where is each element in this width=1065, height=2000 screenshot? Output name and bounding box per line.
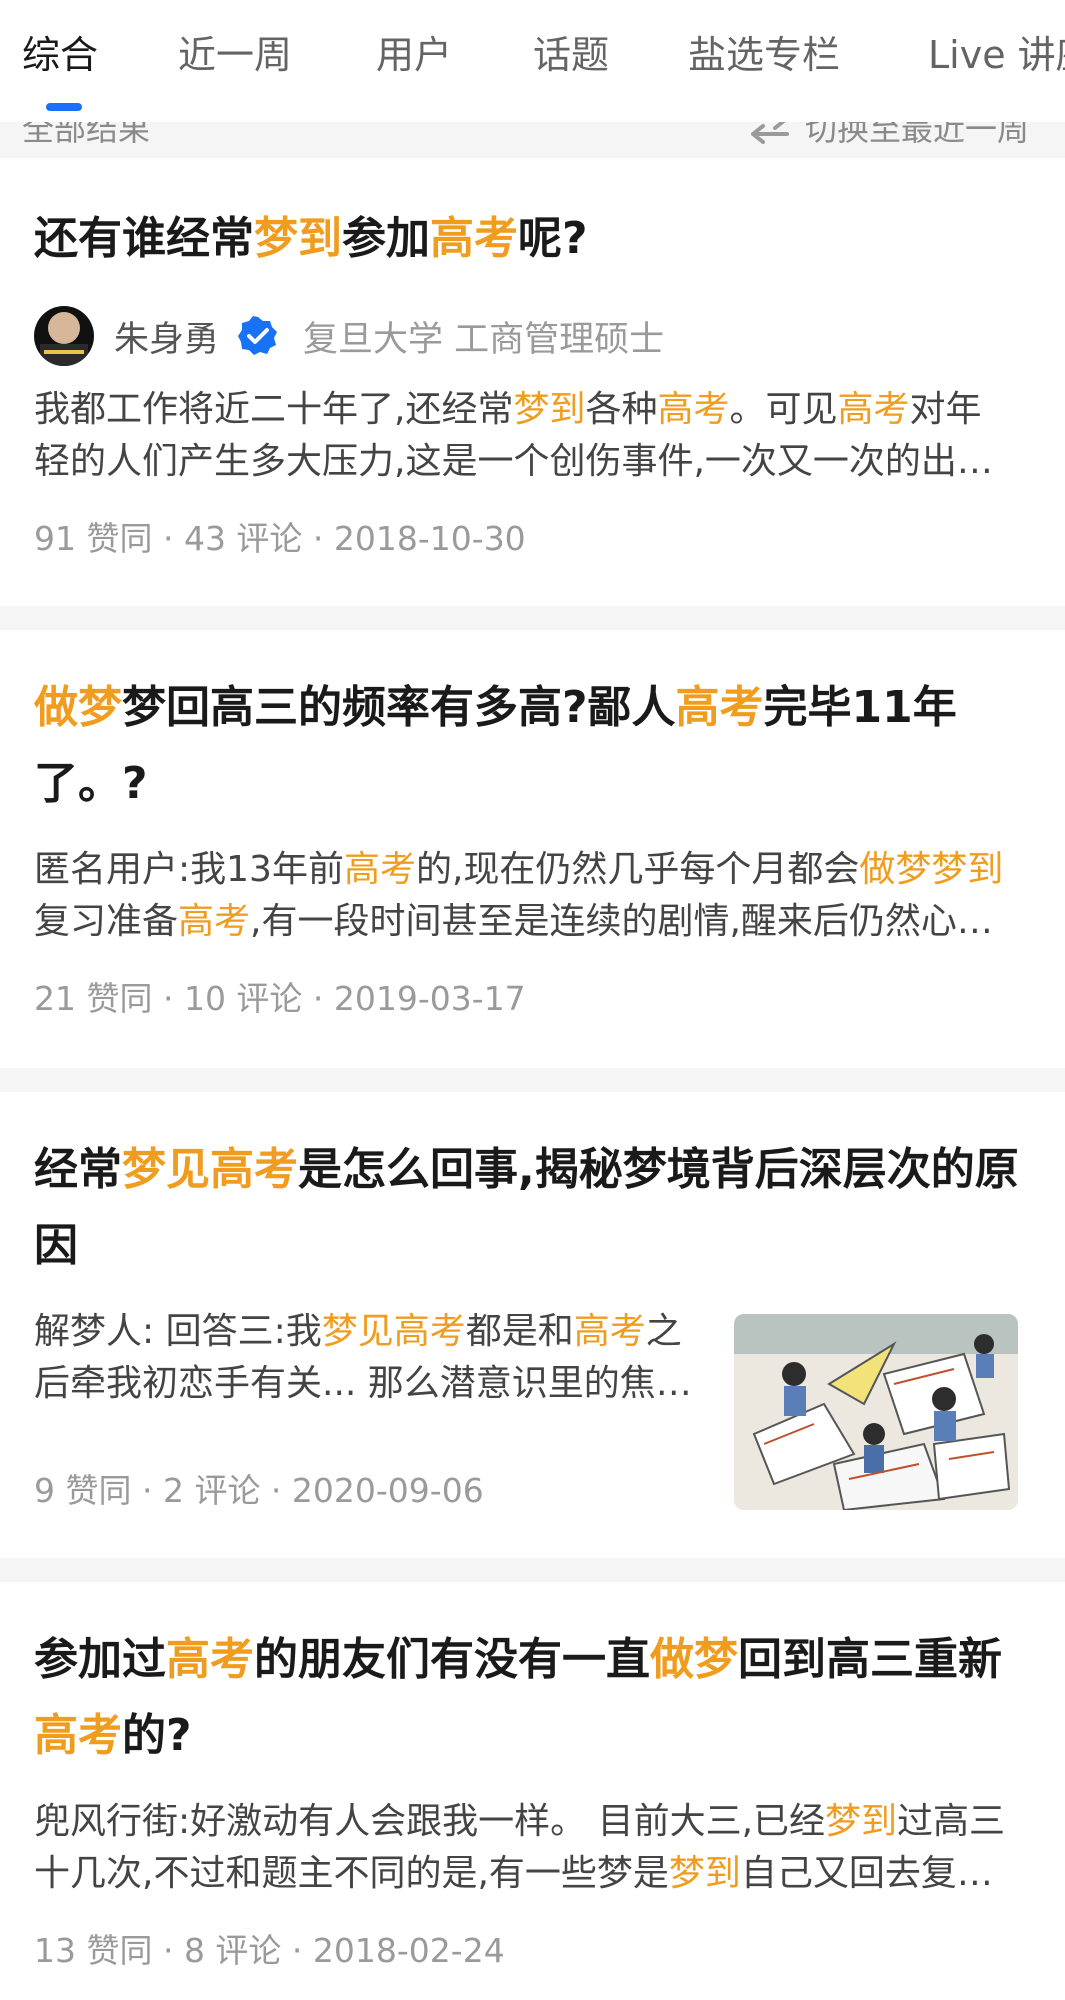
result-card[interactable]: 参加过高考的朋友们有没有一直做梦回到高三重新高考的? 兜风行街:好激动有人会跟我… (0, 1582, 1065, 2000)
verified-badge-icon (238, 316, 278, 355)
text-segment: 呢? (518, 213, 588, 264)
text-segment: 的朋友们有没有一直 (254, 1634, 650, 1685)
result-card[interactable]: 做梦梦回高三的频率有多高?鄙人高考完毕11年了。? 匿名用户:我13年前高考的,… (0, 630, 1065, 1068)
avatar[interactable] (34, 306, 94, 366)
result-meta: 91 赞同 · 43 评论 · 2018-10-30 (34, 519, 526, 558)
tab-comprehensive[interactable]: 综合 (22, 30, 98, 80)
highlighted-keyword: 梦到 (254, 213, 342, 264)
text-segment: 兜风行街:好激动有人会跟我一样。 目前大三,已经 (34, 1801, 826, 1842)
highlighted-keyword: 高考 (657, 389, 730, 430)
text-segment: 梦回高三的频率有多高?鄙人 (122, 682, 676, 733)
tab-topics[interactable]: 话题 (533, 30, 609, 80)
text-segment: 还有谁经常 (34, 213, 254, 264)
highlighted-keyword: 高考 (178, 901, 251, 942)
result-meta: 13 赞同 · 8 评论 · 2018-02-24 (34, 1931, 505, 1970)
text-segment: 经常 (34, 1144, 122, 1195)
tab-live[interactable]: Live 讲座 (928, 30, 1065, 80)
tab-salt-column[interactable]: 盐选专栏 (688, 30, 840, 80)
highlighted-keyword: 做梦 (650, 1634, 738, 1685)
highlighted-keyword: 高考 (675, 682, 764, 733)
card-separator (0, 1068, 1065, 1092)
text-segment: 。可见 (729, 389, 838, 430)
result-title[interactable]: 还有谁经常梦到参加高考呢? (34, 201, 1024, 277)
card-separator (0, 1558, 1065, 1582)
text-segment: 解梦人: 回答三:我 (34, 1311, 322, 1352)
highlighted-keyword: 做梦 (34, 682, 122, 733)
tab-recent-week[interactable]: 近一周 (178, 30, 292, 80)
result-excerpt[interactable]: 匿名用户:我13年前高考的,现在仍然几乎每个月都会做梦梦到复习准备高考,有一段时… (34, 844, 1014, 948)
highlighted-keyword: 梦到 (825, 1801, 898, 1842)
text-segment: 各种 (585, 389, 658, 430)
search-tab-bar: 综合 近一周 用户 话题 盐选专栏 Live 讲座 (0, 0, 1065, 122)
result-card[interactable]: 还有谁经常梦到参加高考呢? 朱身勇 复旦大学 工商管理硕士 我都工作将近二十年了… (0, 158, 1065, 606)
text-segment: 的? (122, 1710, 192, 1761)
author-name[interactable]: 朱身勇 (114, 311, 219, 362)
text-segment: 回到高三重新 (738, 1634, 1002, 1685)
result-title[interactable]: 参加过高考的朋友们有没有一直做梦回到高三重新高考的? (34, 1622, 1024, 1774)
highlighted-keyword: 高考 (430, 213, 518, 264)
result-excerpt[interactable]: 解梦人: 回答三:我梦见高考都是和高考之后牵我初恋手有关... 那么潜意识里的焦… (34, 1306, 704, 1410)
result-excerpt[interactable]: 我都工作将近二十年了,还经常梦到各种高考。可见高考对年轻的人们产生多大压力,这是… (34, 384, 1014, 488)
text-segment: 的,现在仍然几乎每个月都会 (415, 849, 860, 890)
active-tab-indicator (46, 103, 82, 111)
text-segment: 我都工作将近二十年了,还经常 (34, 389, 514, 430)
highlighted-keyword: 高考 (343, 849, 416, 890)
result-thumbnail-image[interactable] (734, 1314, 1018, 1510)
result-meta: 9 赞同 · 2 评论 · 2020-09-06 (34, 1471, 484, 1510)
text-segment: 参加 (342, 213, 430, 264)
result-excerpt[interactable]: 兜风行街:好激动有人会跟我一样。 目前大三,已经梦到过高三十几次,不过和题主不同… (34, 1796, 1014, 1900)
highlighted-keyword: 梦到 (668, 1853, 741, 1894)
highlighted-keyword: 做梦梦到 (859, 849, 1004, 890)
text-segment: 匿名用户:我13年前 (34, 849, 344, 890)
result-title[interactable]: 经常梦见高考是怎么回事,揭秘梦境背后深层次的原因 (34, 1132, 1024, 1284)
tab-users[interactable]: 用户 (376, 30, 452, 80)
highlighted-keyword: 高考 (573, 1311, 646, 1352)
text-segment: 参加过 (34, 1634, 166, 1685)
text-segment: 复习准备 (34, 901, 179, 942)
highlighted-keyword: 梦到 (513, 389, 586, 430)
author-description: 复旦大学 工商管理硕士 (303, 319, 665, 360)
highlighted-keyword: 高考 (34, 1710, 122, 1761)
card-separator (0, 606, 1065, 630)
result-title[interactable]: 做梦梦回高三的频率有多高?鄙人高考完毕11年了。? (34, 670, 1024, 822)
text-segment: 都是和 (465, 1311, 574, 1352)
highlighted-keyword: 高考 (166, 1634, 254, 1685)
highlighted-keyword: 高考 (837, 389, 910, 430)
highlighted-keyword: 梦见高考 (122, 1144, 298, 1195)
author-row[interactable]: 朱身勇 复旦大学 工商管理硕士 (34, 304, 664, 368)
thumbnail-illustration (734, 1314, 1018, 1510)
highlighted-keyword: 梦见高考 (321, 1311, 466, 1352)
result-meta: 21 赞同 · 10 评论 · 2019-03-17 (34, 979, 526, 1018)
